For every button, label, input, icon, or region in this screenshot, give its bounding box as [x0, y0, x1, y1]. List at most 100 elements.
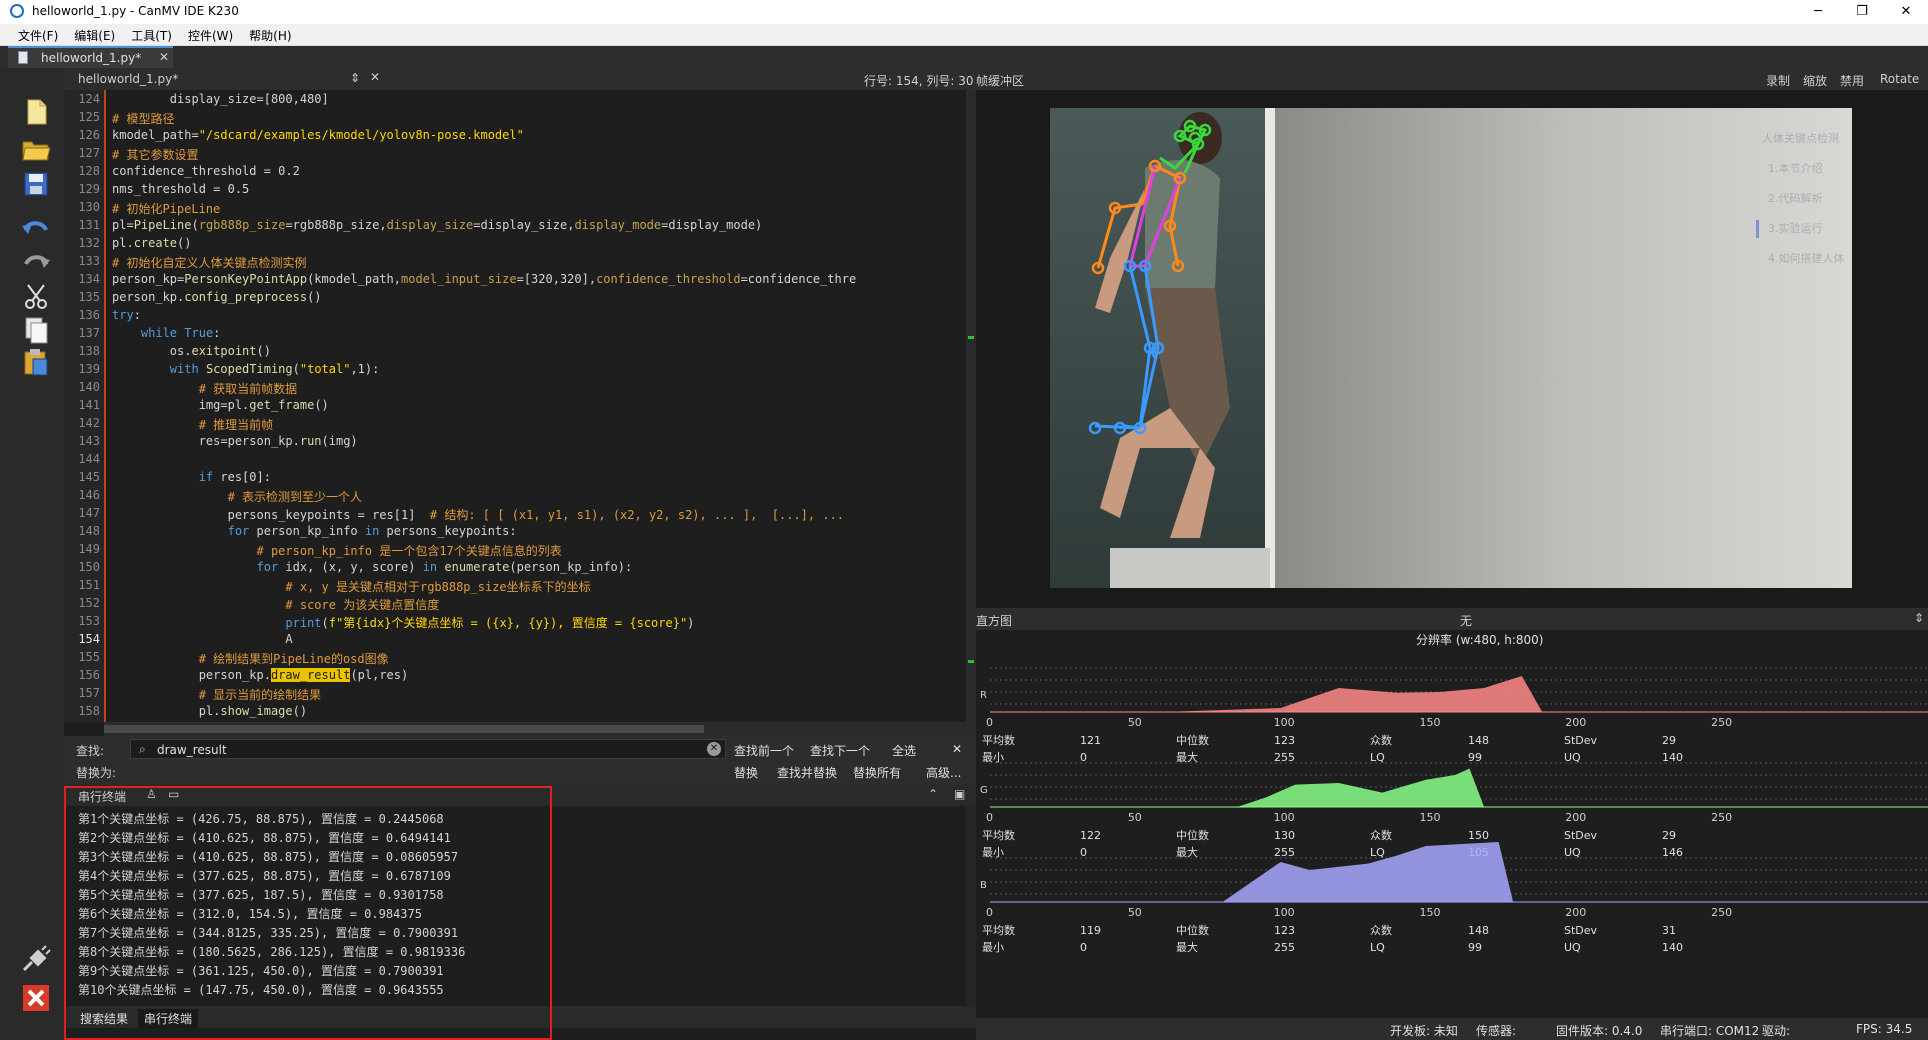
tab-close-button[interactable]: ✕ — [159, 50, 169, 64]
record-button[interactable]: 录制 — [1766, 72, 1790, 89]
find-replace-bar: 查找: ⌕ draw_result ✕ 查找前一个 查找下一个 全选 ✕ 替换为… — [64, 736, 976, 784]
menu-edit[interactable]: 编辑(E) — [66, 24, 123, 46]
tick-label: 100 — [1274, 716, 1295, 729]
stat-label: UQ — [1564, 846, 1581, 859]
line-number: 131 — [78, 218, 100, 232]
disable-button[interactable]: 禁用 — [1840, 72, 1864, 89]
connect-icon[interactable] — [20, 944, 52, 976]
menu-file[interactable]: 文件(F) — [10, 24, 66, 46]
histogram-title: 直方图 — [976, 614, 1013, 628]
stat-label: 最小 — [982, 751, 1004, 764]
editor-vertical-scrollbar[interactable] — [966, 90, 976, 722]
line-number: 152 — [78, 596, 100, 610]
sensor-status: 传感器: — [1476, 1024, 1517, 1038]
find-replace-button[interactable]: 查找并替换 — [777, 764, 837, 781]
line-number: 133 — [78, 254, 100, 268]
camera-frame: 人体关键点检测 1.本节介绍 2.代码解析 3.实验运行 4.如何搭建人体 — [1050, 108, 1852, 588]
stat-value: 0 — [1080, 846, 1087, 859]
stat-label: 最小 — [982, 941, 1004, 954]
select-all-button[interactable]: 全选 — [892, 742, 916, 759]
undo-icon[interactable] — [20, 214, 52, 246]
stat-value: 29 — [1662, 829, 1676, 842]
replace-all-button[interactable]: 替换所有 — [853, 764, 901, 781]
tick-label: 250 — [1711, 716, 1732, 729]
editor-file-name[interactable]: helloworld_1.py* — [78, 72, 178, 86]
histogram-panel: 分辨率 (w:480, h:800) R 0 50 100 150 200 250 平均数 12… — [976, 630, 1928, 1018]
stat-label: 最小 — [982, 846, 1004, 859]
line-number: 141 — [78, 398, 100, 412]
line-number: 143 — [78, 434, 100, 448]
advanced-button[interactable]: 高级... — [926, 764, 961, 781]
firmware-status: 固件版本: 0.4.0 — [1556, 1024, 1643, 1038]
editor-horizontal-scrollbar[interactable] — [104, 722, 976, 736]
save-icon[interactable] — [20, 168, 52, 200]
stat-label: UQ — [1564, 751, 1581, 764]
stat-label: 平均数 — [982, 924, 1015, 937]
code-line: nms_threshold = 0.5 — [112, 182, 250, 196]
line-number: 137 — [78, 326, 100, 340]
line-number: 127 — [78, 146, 100, 160]
editor-close-button[interactable]: ✕ — [370, 70, 380, 84]
rotate-button[interactable]: Rotate — [1880, 72, 1919, 86]
tick-label: 50 — [1128, 906, 1142, 919]
line-number: 139 — [78, 362, 100, 376]
tick-label: 0 — [986, 906, 993, 919]
disconnect-stop-icon[interactable] — [20, 982, 52, 1014]
copy-icon[interactable] — [20, 314, 52, 346]
cut-icon[interactable] — [20, 280, 52, 312]
code-line: # 模型路径 — [112, 112, 175, 126]
tick-label: 200 — [1565, 811, 1586, 824]
menu-widgets[interactable]: 控件(W) — [180, 24, 241, 46]
stat-label: 中位数 — [1176, 733, 1209, 747]
change-marker — [104, 90, 106, 722]
stat-value: 99 — [1468, 941, 1482, 954]
histogram-header: 直方图 无 ⇕ — [976, 608, 1928, 630]
tick-label: 100 — [1274, 811, 1295, 824]
histogram-mode-arrow-icon[interactable]: ⇕ — [1914, 611, 1924, 625]
histogram-mode-select[interactable]: 无 — [1460, 612, 1472, 629]
editor-header: helloworld_1.py* ⇕ ✕ 行号: 154, 列号: 30 — [64, 68, 976, 90]
maximize-panel-icon[interactable]: ▣ — [954, 787, 965, 801]
tick-label: 250 — [1711, 811, 1732, 824]
find-previous-button[interactable]: 查找前一个 — [734, 742, 794, 759]
code-line: confidence_threshold = 0.2 — [112, 164, 300, 178]
menu-help[interactable]: 帮助(H) — [241, 24, 299, 46]
close-find-button[interactable]: ✕ — [952, 742, 962, 756]
open-folder-icon[interactable] — [20, 134, 52, 166]
replace-label: 替换为: — [76, 766, 117, 780]
stat-label: 众数 — [1370, 734, 1392, 747]
paste-icon[interactable] — [20, 346, 52, 378]
driver-status: 驱动: — [1762, 1024, 1791, 1038]
stat-value: 29 — [1662, 734, 1676, 747]
stat-label: LQ — [1370, 751, 1385, 764]
file-switch-icon[interactable]: ⇕ — [350, 71, 360, 85]
tab-helloworld[interactable]: helloworld_1.py* ✕ — [8, 46, 173, 68]
app-logo-icon — [10, 4, 24, 18]
replace-button[interactable]: 替换 — [734, 764, 758, 781]
terminal-scrollbar[interactable] — [966, 806, 976, 1006]
collapse-icon[interactable]: ⌃ — [928, 787, 938, 801]
status-bar: 开发板: 未知 传感器: 固件版本: 0.4.0 串行端口: COM12 驱动:… — [976, 1018, 1928, 1040]
close-window-button[interactable]: ✕ — [1884, 0, 1928, 24]
line-number: 157 — [78, 686, 100, 700]
find-next-button[interactable]: 查找下一个 — [810, 742, 870, 759]
redo-icon[interactable] — [20, 248, 52, 280]
stat-value: 130 — [1274, 829, 1295, 842]
zoom-button[interactable]: 缩放 — [1803, 72, 1827, 89]
stat-label: 众数 — [1370, 829, 1392, 842]
tick-label: 150 — [1419, 811, 1440, 824]
find-input[interactable]: ⌕ draw_result ✕ — [130, 739, 726, 759]
tick-label: 150 — [1419, 716, 1440, 729]
tick-label: 200 — [1565, 716, 1586, 729]
board-status: 开发板: 未知 — [1390, 1024, 1458, 1038]
tick-label: 50 — [1128, 716, 1142, 729]
new-file-icon[interactable] — [20, 96, 52, 128]
minimize-button[interactable]: ─ — [1796, 0, 1840, 24]
clear-search-button[interactable]: ✕ — [707, 742, 721, 756]
histogram-area — [990, 676, 1734, 712]
maximize-button[interactable]: ❐ — [1840, 0, 1884, 24]
stat-label: LQ — [1370, 846, 1385, 859]
menu-tools[interactable]: 工具(T) — [123, 24, 180, 46]
code-line: person_kp.draw_result(pl,res) — [112, 668, 409, 682]
code-editor[interactable]: 124 125 126 127 128 129 130 131 132 133 134 135 136 1… — [64, 90, 966, 722]
